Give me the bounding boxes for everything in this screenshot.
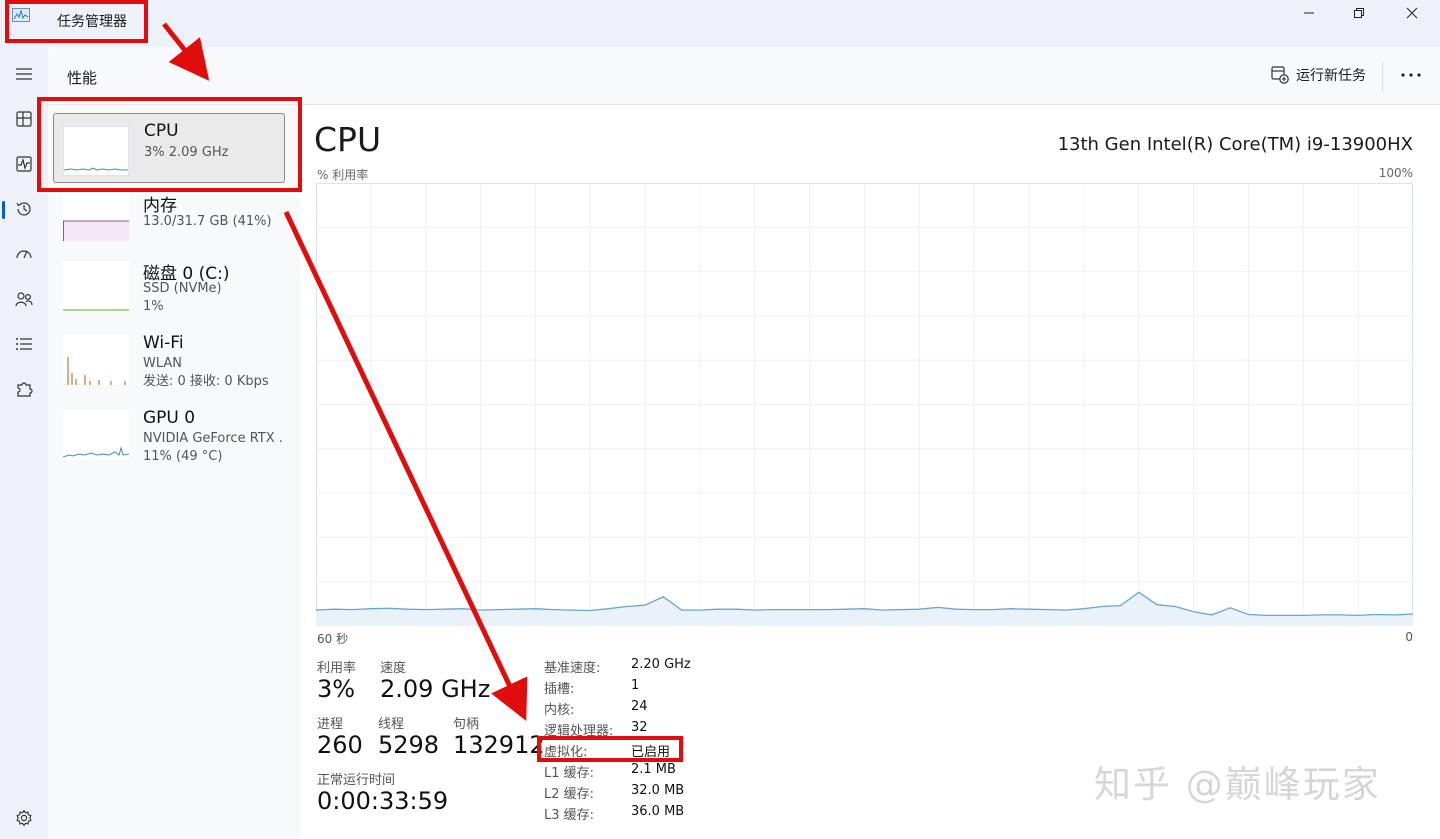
nav-services[interactable] xyxy=(6,371,42,407)
more-options-button[interactable] xyxy=(1399,63,1423,87)
close-icon xyxy=(1406,7,1418,19)
cpu-model-name: 13th Gen Intel(R) Core(TM) i9-13900HX xyxy=(1057,134,1413,155)
restore-icon xyxy=(1354,8,1364,18)
nav-app-history[interactable] xyxy=(6,191,42,227)
cpu-detail-panel: CPU 13th Gen Intel(R) Core(TM) i9-13900H… xyxy=(300,105,1440,839)
detail-key-l2-cache: L2 缓存: xyxy=(544,787,595,802)
maximize-button[interactable] xyxy=(1336,0,1382,26)
annotation-box-cpu-item xyxy=(37,97,302,192)
hamburger-icon xyxy=(16,68,32,80)
memory-thumbnail xyxy=(63,191,129,241)
detail-value-cores: 24 xyxy=(631,699,648,714)
stat-value-utilization: 3% xyxy=(317,675,356,703)
stat-label-handles: 句柄 xyxy=(453,717,480,732)
resource-detail: 11% (49 °C) xyxy=(143,449,223,464)
close-button[interactable] xyxy=(1389,0,1435,26)
stat-value-handles: 132912 xyxy=(453,731,545,759)
hamburger-menu-button[interactable] xyxy=(6,56,42,92)
details-list-icon xyxy=(16,338,32,350)
users-icon xyxy=(15,292,33,307)
title-bar: 任务管理器 xyxy=(0,0,1440,47)
resource-name: GPU 0 xyxy=(143,408,196,428)
stat-value-uptime: 0:00:33:59 xyxy=(317,787,449,815)
stat-label-speed: 速度 xyxy=(380,661,407,676)
detail-value-l3-cache: 36.0 MB xyxy=(631,804,685,819)
wifi-thumbnail xyxy=(63,335,129,385)
page-title: 性能 xyxy=(67,69,98,87)
disk-thumbnail xyxy=(63,261,129,311)
detail-value-base-speed: 2.20 GHz xyxy=(631,657,691,672)
resource-list: CPU 3% 2.09 GHz 内存 13.0/31.7 GB (41%) 磁盘… xyxy=(48,105,298,839)
detail-value-sockets: 1 xyxy=(631,678,640,693)
nav-settings[interactable] xyxy=(6,800,42,836)
performance-icon xyxy=(16,156,32,172)
resource-heading: CPU xyxy=(314,120,382,159)
processes-icon xyxy=(16,111,32,127)
nav-details[interactable] xyxy=(6,326,42,362)
resource-item-memory[interactable]: 内存 13.0/31.7 GB (41%) xyxy=(53,189,283,249)
run-new-task-button[interactable]: 运行新任务 xyxy=(1271,65,1366,85)
detail-key-l1-cache: L1 缓存: xyxy=(544,766,595,781)
stat-value-speed: 2.09 GHz xyxy=(380,675,491,703)
resource-item-wifi[interactable]: Wi-Fi WLAN 发送: 0 接收: 0 Kbps xyxy=(53,331,283,393)
detail-value-l2-cache: 32.0 MB xyxy=(631,783,685,798)
resource-name: Wi-Fi xyxy=(143,333,184,353)
resource-item-disk[interactable]: 磁盘 0 (C:) SSD (NVMe) 1% xyxy=(53,257,283,319)
detail-value-logical-processors: 32 xyxy=(631,720,648,735)
settings-gear-icon xyxy=(16,809,32,827)
watermark: 知乎 @巅峰玩家 xyxy=(1094,763,1381,806)
resource-item-gpu[interactable]: GPU 0 NVIDIA GeForce RTX . 11% (49 °C) xyxy=(53,406,283,468)
stat-label-threads: 线程 xyxy=(378,717,405,732)
graph-axis-label: % 利用率 xyxy=(317,168,369,182)
resource-detail: 13.0/31.7 GB (41%) xyxy=(143,214,272,229)
resource-detail: 发送: 0 接收: 0 Kbps xyxy=(143,374,269,389)
ellipsis-icon xyxy=(1401,73,1421,77)
annotation-box-app-title xyxy=(5,0,148,43)
active-nav-indicator xyxy=(2,201,5,219)
services-puzzle-icon xyxy=(17,382,33,397)
detail-key-sockets: 插槽: xyxy=(544,682,575,697)
history-icon xyxy=(16,202,31,216)
graph-time-span: 60 秒 xyxy=(317,632,349,646)
stat-label-processes: 进程 xyxy=(317,717,344,732)
stat-value-threads: 5298 xyxy=(378,731,440,759)
detail-key-base-speed: 基准速度: xyxy=(544,661,601,676)
header-divider xyxy=(1382,62,1383,92)
minimize-button[interactable] xyxy=(1286,0,1332,26)
run-new-task-label: 运行新任务 xyxy=(1296,68,1366,84)
detail-key-l3-cache: L3 缓存: xyxy=(544,808,595,823)
gpu-thumbnail xyxy=(63,410,129,460)
stat-value-processes: 260 xyxy=(317,731,363,759)
resource-detail: 1% xyxy=(143,299,164,314)
detail-key-cores: 内核: xyxy=(544,703,575,718)
nav-startup-apps[interactable] xyxy=(6,236,42,272)
graph-time-zero: 0 xyxy=(1405,630,1413,644)
detail-value-l1-cache: 2.1 MB xyxy=(631,762,676,777)
resource-detail: NVIDIA GeForce RTX . xyxy=(143,431,283,446)
stat-label-uptime: 正常运行时间 xyxy=(317,773,396,788)
nav-users[interactable] xyxy=(6,281,42,317)
cpu-utilization-graph xyxy=(316,183,1413,626)
resource-detail: SSD (NVMe) xyxy=(143,281,222,296)
startup-gauge-icon xyxy=(16,250,32,259)
resource-detail: WLAN xyxy=(143,356,183,371)
stat-label-utilization: 利用率 xyxy=(317,661,357,676)
graph-axis-max: 100% xyxy=(1378,166,1413,180)
run-task-icon xyxy=(1271,66,1289,84)
annotation-box-virtualization xyxy=(537,736,683,762)
minimize-icon xyxy=(1304,12,1314,14)
